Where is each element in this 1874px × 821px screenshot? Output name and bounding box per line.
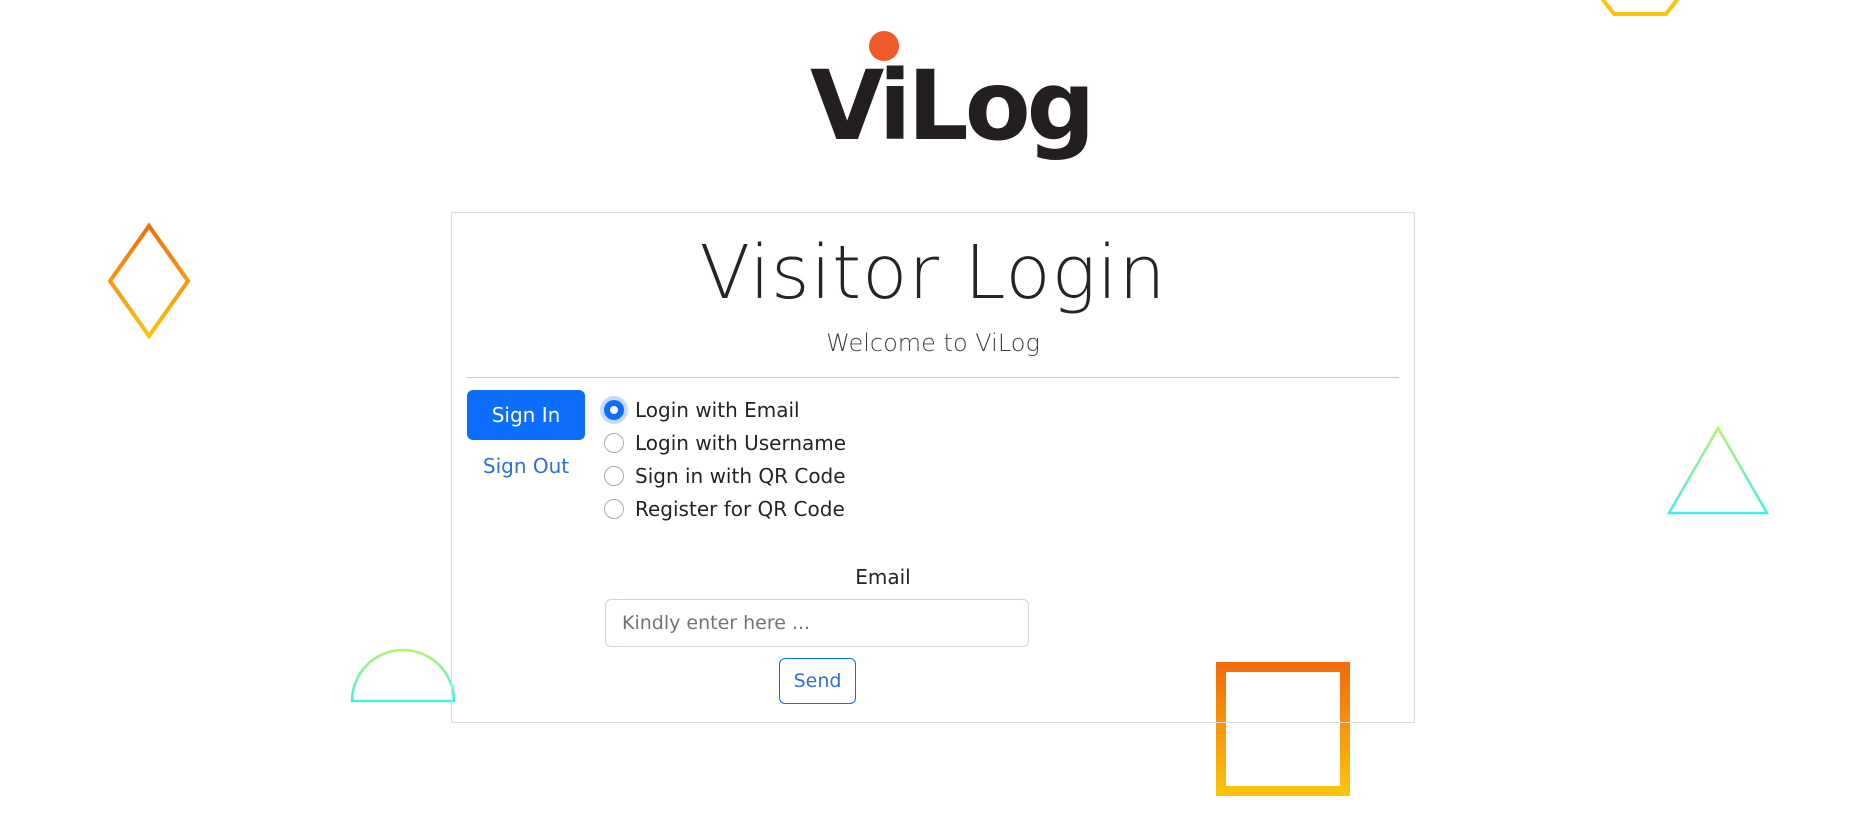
login-method-radio-group: Login with Email Login with Username Sig… xyxy=(604,393,846,525)
radio-label-username: Login with Username xyxy=(635,430,847,455)
radio-label-qr-signin: Sign in with QR Code xyxy=(635,463,846,488)
email-input[interactable] xyxy=(605,599,1029,647)
login-page: ViLog Visitor Login Welcome to ViLog Sig… xyxy=(0,0,1874,821)
email-label: Email xyxy=(855,565,911,589)
sign-in-button[interactable]: Sign In xyxy=(467,390,585,440)
radio-option-username[interactable]: Login with Username xyxy=(604,426,846,459)
page-subtitle: Welcome to ViLog xyxy=(826,329,1040,357)
radio-label-qr-register: Register for QR Code xyxy=(635,496,845,521)
radio-option-email[interactable]: Login with Email xyxy=(604,393,846,426)
page-title: Visitor Login xyxy=(699,230,1167,316)
radio-button-email[interactable] xyxy=(604,399,624,420)
semicircle-shape xyxy=(350,648,456,703)
radio-label-email: Login with Email xyxy=(635,397,800,422)
hexagon-outline-shape xyxy=(1600,0,1680,16)
divider xyxy=(467,377,1399,378)
triangle-outline-shape xyxy=(1666,425,1770,515)
vilog-logo: ViLog xyxy=(810,26,1095,161)
radio-button-qr-register[interactable] xyxy=(604,498,624,519)
radio-button-username[interactable] xyxy=(604,432,624,453)
logo-text: ViLog xyxy=(810,50,1095,162)
radio-button-qr-signin[interactable] xyxy=(604,465,624,486)
login-card: Visitor Login Welcome to ViLog Sign In S… xyxy=(451,212,1415,723)
radio-option-qr-signin[interactable]: Sign in with QR Code xyxy=(604,459,846,492)
radio-option-qr-register[interactable]: Register for QR Code xyxy=(604,492,846,525)
diamond-shape xyxy=(107,222,191,340)
send-button[interactable]: Send xyxy=(779,658,856,704)
sign-out-link[interactable]: Sign Out xyxy=(467,454,585,478)
